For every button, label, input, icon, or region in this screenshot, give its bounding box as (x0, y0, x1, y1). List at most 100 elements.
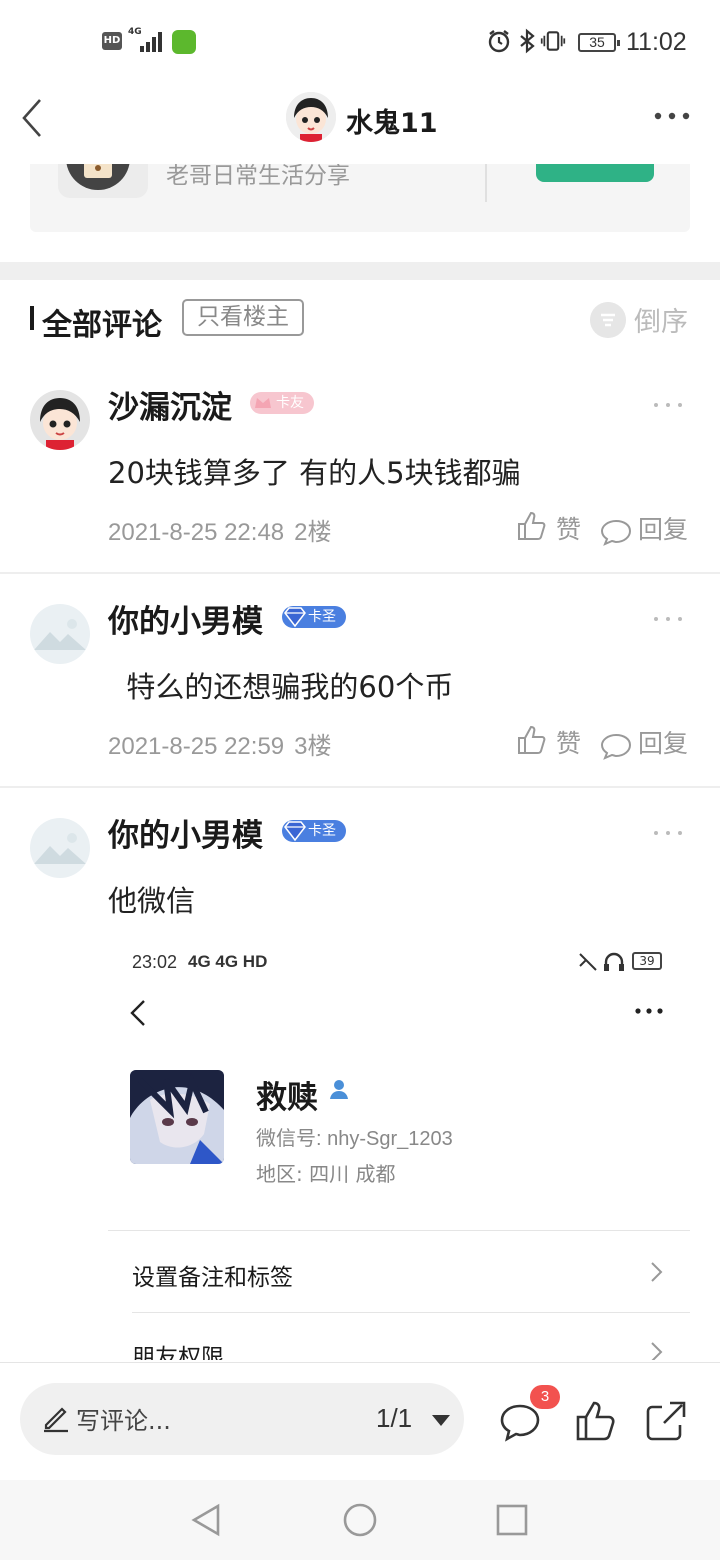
more-dots-icon[interactable] (652, 828, 684, 838)
cartoon-avatar-icon (30, 390, 90, 450)
card-divider (485, 164, 487, 202)
more-dots-icon (635, 1008, 663, 1014)
comment-text: 特么的还想骗我的60个币 (108, 670, 454, 704)
nav-back-icon[interactable] (186, 1500, 226, 1540)
reply-label: 回复 (638, 515, 689, 544)
clock: 11:02 (626, 28, 687, 56)
thumbs-up-icon[interactable] (574, 1399, 618, 1443)
user-badge: 卡圣 (282, 820, 346, 842)
comment-meta: 2021-8-25 22:59 3楼 (108, 726, 342, 761)
reply-button[interactable]: 回复 (600, 510, 692, 546)
user-badge: 卡圣 (282, 606, 346, 628)
contact-region: 地区: 四川 成都 (256, 1162, 396, 1186)
more-dots-icon[interactable] (652, 400, 684, 410)
default-avatar-icon (30, 818, 90, 878)
app-notification-icon (172, 30, 196, 54)
thumbs-up-icon (518, 725, 546, 754)
battery-indicator: 35 (578, 33, 620, 52)
section-marker (30, 306, 34, 330)
card-thumbnail (58, 164, 148, 198)
user-badge: 卡友 (250, 392, 314, 414)
reply-label: 回复 (638, 729, 689, 758)
image-divider (132, 1312, 690, 1313)
person-icon (330, 1080, 348, 1099)
vibrate-icon (540, 31, 566, 51)
set-remark-row: 设置备注和标签 (132, 1265, 293, 1291)
badge-label: 卡圣 (308, 609, 336, 625)
contact-name: 救赎 (256, 1080, 318, 1116)
image-status-network: 4G 4G HD (188, 952, 268, 971)
box-icon (84, 164, 112, 178)
comment-text: 20块钱算多了 有的人5块钱都骗 (108, 456, 521, 490)
signal-icon (140, 30, 166, 52)
more-dots-icon[interactable] (652, 104, 692, 128)
comment-text: 他微信 (108, 884, 196, 918)
back-arrow-icon (130, 1000, 145, 1026)
comment-count-badge: 3 (530, 1385, 560, 1409)
card-thumbnail-image (66, 164, 130, 190)
like-label: 赞 (556, 515, 582, 544)
pen-icon (44, 1407, 68, 1433)
comment-input-placeholder: 写评论... (76, 1407, 171, 1435)
comment-separator (0, 572, 720, 574)
comment-author[interactable]: 你的小男模 (108, 810, 263, 855)
sort-icon[interactable] (590, 302, 626, 338)
anime-avatar-icon (130, 1070, 224, 1164)
cartoon-avatar-icon (286, 92, 336, 142)
comment-separator (0, 786, 720, 788)
friend-permission-row: 朋友权限 (132, 1345, 224, 1360)
back-arrow-icon[interactable] (20, 98, 60, 138)
comment-image[interactable]: 23:02 4G 4G HD 39 救赎 微信号: nhy-Sgr_1203 地… (108, 938, 690, 1360)
comment-avatar[interactable] (30, 818, 90, 878)
comment-date: 2021-8-25 22:59 (108, 733, 285, 760)
more-dots-icon[interactable] (652, 614, 684, 624)
comment-author[interactable]: 沙漏沉淀 (108, 382, 232, 427)
alarm-icon (488, 30, 510, 53)
comment-input[interactable]: 写评论... 1/1 (20, 1383, 464, 1455)
chevron-right-icon (651, 1262, 663, 1282)
section-divider (0, 262, 720, 280)
hd-indicator: HD (102, 32, 122, 50)
sort-order-button[interactable]: 倒序 (634, 300, 688, 339)
bottom-action-bar: 写评论... 1/1 3 (0, 1362, 720, 1482)
card-description: 老哥日常生活分享 (166, 164, 350, 189)
badge-label: 卡友 (276, 395, 304, 411)
bluetooth-icon (520, 28, 535, 54)
wechat-id: 微信号: nhy-Sgr_1203 (256, 1128, 453, 1150)
nav-recents-icon[interactable] (492, 1500, 532, 1540)
comment-avatar[interactable] (30, 390, 90, 450)
comment-author[interactable]: 你的小男模 (108, 596, 263, 641)
crown-icon (255, 398, 271, 408)
follow-button[interactable] (536, 164, 654, 182)
speech-bubble-icon (600, 519, 632, 546)
caret-down-icon[interactable] (432, 1415, 450, 1426)
comment-floor: 3楼 (294, 733, 332, 760)
page-indicator[interactable]: 1/1 (376, 1403, 412, 1434)
contact-avatar (130, 1070, 224, 1164)
comment-date: 2021-8-25 22:48 (108, 519, 285, 546)
status-bar: HD 4G 35 11:02 (0, 0, 720, 84)
header-avatar[interactable] (286, 92, 336, 142)
comment-meta: 2021-8-25 22:48 2楼 (108, 512, 342, 547)
like-label: 赞 (556, 729, 582, 758)
like-button[interactable]: 赞 (516, 510, 588, 546)
only-op-filter-button[interactable]: 只看楼主 (182, 299, 304, 336)
badge-label: 卡圣 (308, 823, 336, 839)
reply-button[interactable]: 回复 (600, 724, 692, 760)
image-battery: 39 (632, 952, 662, 970)
author-info-card[interactable]: 老哥日常生活分享 (30, 164, 690, 232)
comment-floor: 2楼 (294, 519, 332, 546)
system-nav-bar (0, 1480, 720, 1560)
like-button[interactable]: 赞 (516, 724, 588, 760)
diamond-icon (284, 821, 306, 842)
diamond-icon (284, 607, 306, 628)
comments-section-title: 全部评论 (42, 308, 162, 343)
share-icon[interactable] (644, 1399, 688, 1443)
nav-home-icon[interactable] (340, 1500, 380, 1540)
thumbs-up-icon (518, 511, 546, 540)
comment-avatar[interactable] (30, 604, 90, 664)
image-divider (108, 1230, 690, 1231)
chevron-right-icon (651, 1342, 663, 1360)
default-avatar-icon (30, 604, 90, 664)
page-title: 水鬼11 (346, 108, 438, 139)
